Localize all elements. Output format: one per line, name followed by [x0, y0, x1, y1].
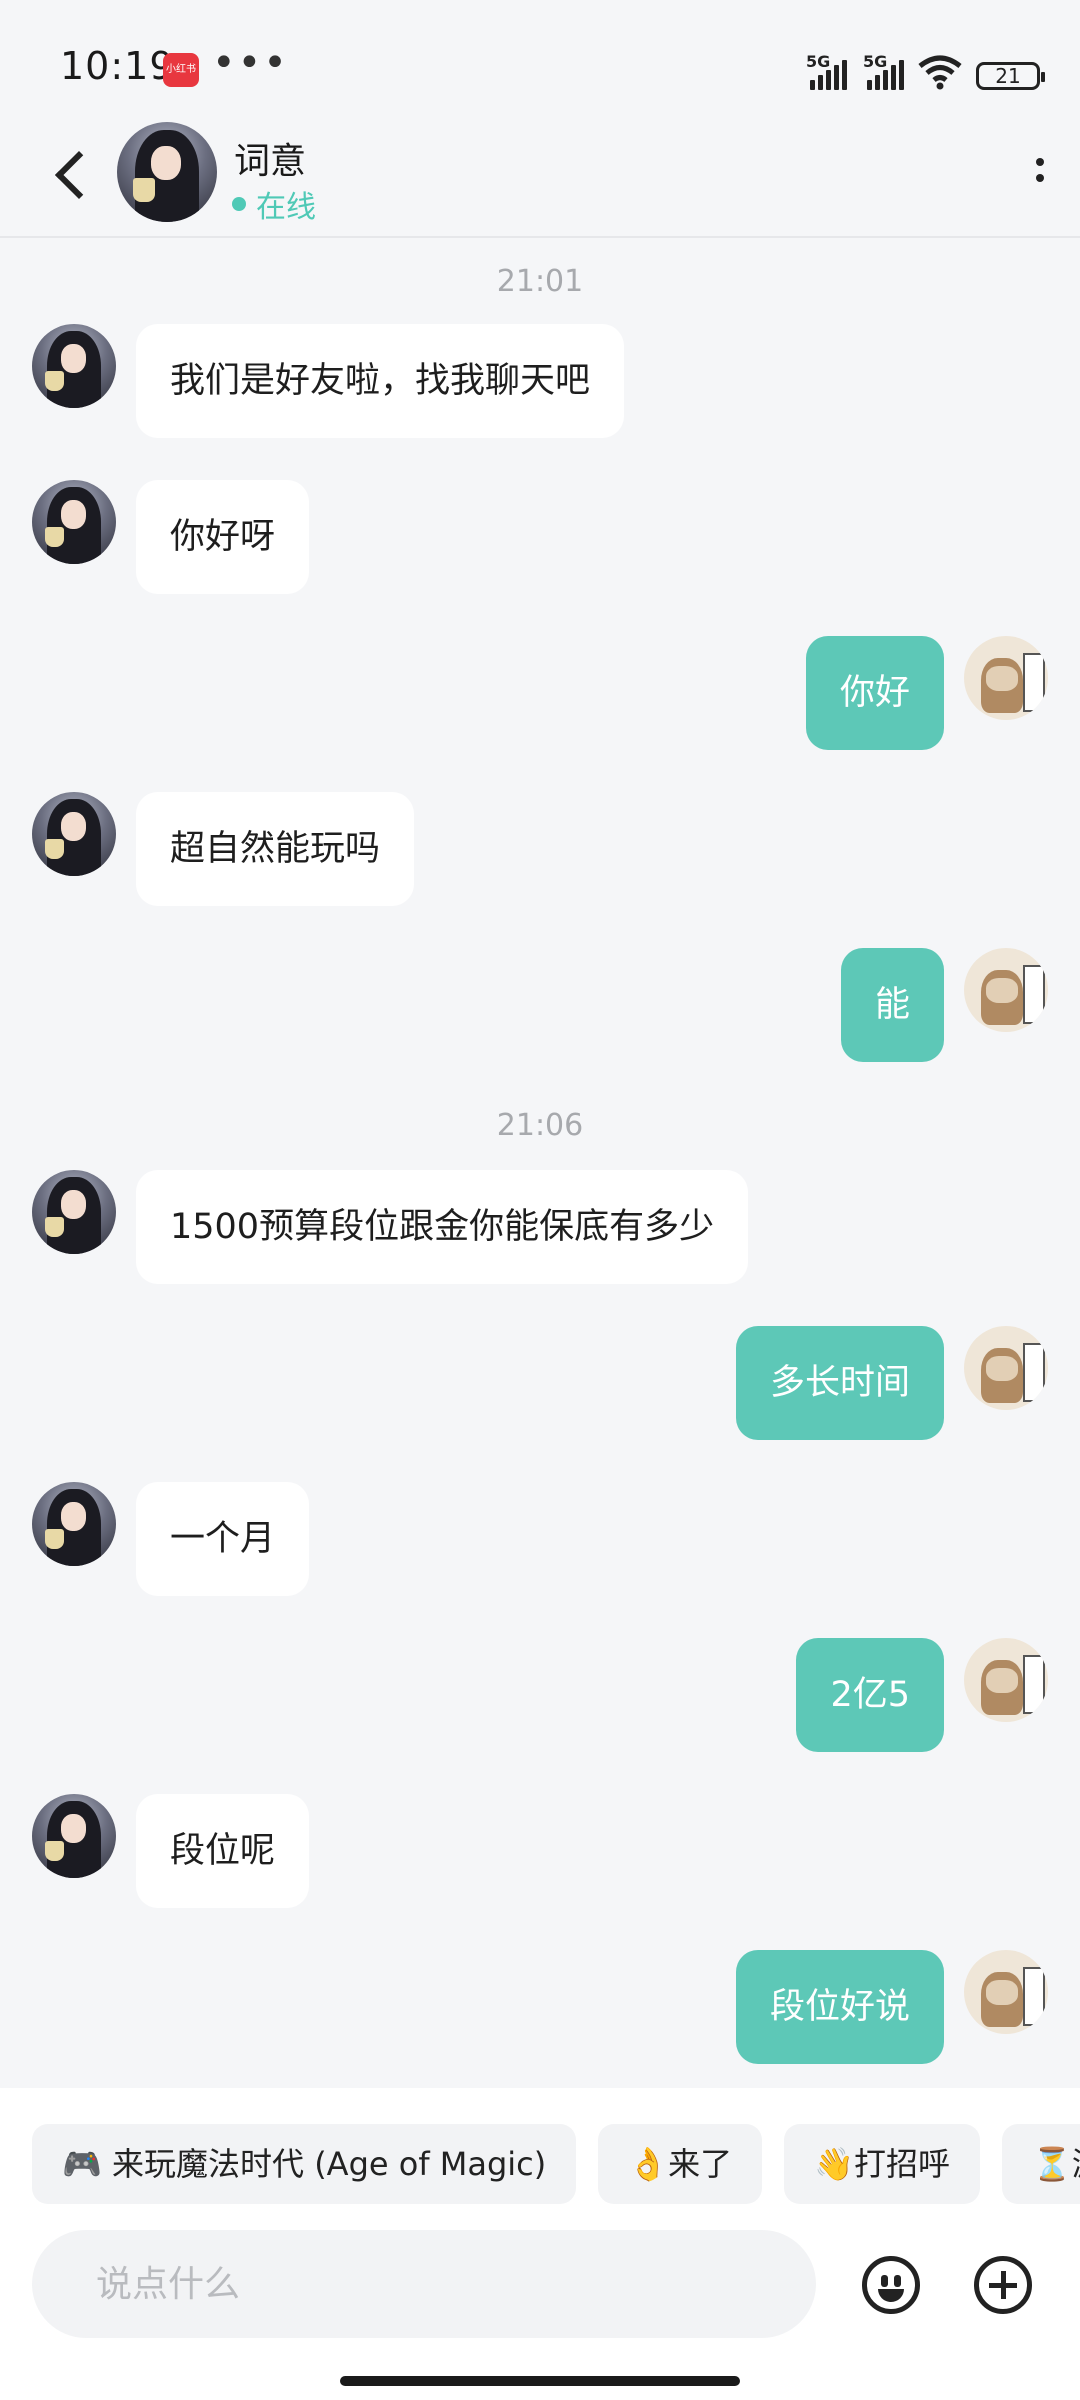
- more-notifications-icon: •••: [212, 40, 289, 86]
- message-bubble[interactable]: 多长时间: [735, 1326, 944, 1440]
- signal-icon: 5G: [863, 52, 904, 90]
- signal-icon: 5G: [806, 52, 847, 90]
- message-input-container[interactable]: [32, 2230, 816, 2338]
- app-notification-icon: 小红书: [163, 53, 199, 87]
- home-indicator[interactable]: [340, 2376, 740, 2386]
- online-dot-icon: [232, 197, 246, 211]
- quick-reply-chip[interactable]: 👋打招呼: [784, 2124, 980, 2204]
- contact-name[interactable]: 词意: [234, 132, 306, 184]
- message-bubble[interactable]: 能: [840, 948, 944, 1062]
- system-indicators: 5G 5G 21: [806, 50, 1045, 90]
- emoji-icon[interactable]: [862, 2256, 920, 2314]
- online-status-label: 在线: [256, 190, 316, 225]
- back-button[interactable]: [44, 144, 104, 204]
- message-outgoing: 能: [0, 948, 1080, 1062]
- add-attachment-icon[interactable]: [974, 2256, 1032, 2314]
- more-options-button[interactable]: [1020, 148, 1060, 208]
- quick-reply-chip[interactable]: 👌来了: [598, 2124, 763, 2204]
- sender-avatar[interactable]: [32, 1482, 116, 1566]
- message-incoming: 超自然能玩吗: [0, 792, 1080, 906]
- message-outgoing: 你好: [0, 636, 1080, 750]
- my-avatar[interactable]: [964, 1326, 1048, 1410]
- message-bubble[interactable]: 我们是好友啦，找我聊天吧: [136, 324, 625, 438]
- network-type-label: 5G: [863, 52, 888, 71]
- battery-icon: 21: [976, 62, 1045, 90]
- clock: 10:19: [60, 44, 175, 88]
- message-outgoing: 段位好说: [0, 1950, 1080, 2064]
- quick-reply-bar[interactable]: 🎮 来玩魔法时代 (Age of Magic) 👌来了 👋打招呼 ⏳游: [32, 2124, 1080, 2204]
- sender-avatar[interactable]: [32, 324, 116, 408]
- message-incoming: 一个月: [0, 1482, 1080, 1596]
- chat-header: 词意 在线: [0, 120, 1080, 238]
- my-avatar[interactable]: [964, 948, 1048, 1032]
- message-bubble[interactable]: 你好呀: [136, 480, 310, 594]
- message-bubble[interactable]: 你好: [805, 636, 944, 750]
- sender-avatar[interactable]: [32, 1794, 116, 1878]
- message-bubble[interactable]: 2亿5: [796, 1638, 944, 1752]
- timestamp-divider: 21:06: [496, 1108, 584, 1143]
- message-incoming: 段位呢: [0, 1794, 1080, 1908]
- quick-reply-chip[interactable]: ⏳游: [1001, 2124, 1080, 2204]
- message-outgoing: 2亿5: [0, 1638, 1080, 1752]
- sender-avatar[interactable]: [32, 480, 116, 564]
- message-incoming: 你好呀: [0, 480, 1080, 594]
- quick-reply-chip[interactable]: 🎮 来玩魔法时代 (Age of Magic): [32, 2124, 577, 2204]
- message-bubble[interactable]: 一个月: [136, 1482, 310, 1596]
- online-status: 在线: [232, 182, 316, 226]
- sender-avatar[interactable]: [32, 1170, 116, 1254]
- contact-avatar[interactable]: [117, 122, 217, 222]
- message-bubble[interactable]: 1500预算段位跟金你能保底有多少: [136, 1170, 749, 1284]
- message-input[interactable]: [32, 2230, 816, 2338]
- message-bubble[interactable]: 段位好说: [735, 1950, 944, 2064]
- timestamp-divider: 21:01: [496, 264, 584, 299]
- message-bubble[interactable]: 段位呢: [136, 1794, 310, 1908]
- my-avatar[interactable]: [964, 636, 1048, 720]
- message-incoming: 1500预算段位跟金你能保底有多少: [0, 1170, 1080, 1284]
- my-avatar[interactable]: [964, 1638, 1048, 1722]
- status-bar: 10:19 小红书 ••• 5G 5G 21: [0, 0, 1080, 130]
- message-incoming: 我们是好友啦，找我聊天吧: [0, 324, 1080, 438]
- my-avatar[interactable]: [964, 1950, 1048, 2034]
- message-bubble[interactable]: 超自然能玩吗: [136, 792, 415, 906]
- sender-avatar[interactable]: [32, 792, 116, 876]
- composer-panel: 🎮 来玩魔法时代 (Age of Magic) 👌来了 👋打招呼 ⏳游: [0, 2088, 1080, 2400]
- wifi-icon: [918, 55, 962, 90]
- message-outgoing: 多长时间: [0, 1326, 1080, 1440]
- message-list[interactable]: 21:01 我们是好友啦，找我聊天吧 你好呀 你好 超自然能玩吗 能 21:06…: [0, 240, 1080, 2088]
- network-type-label: 5G: [806, 52, 831, 71]
